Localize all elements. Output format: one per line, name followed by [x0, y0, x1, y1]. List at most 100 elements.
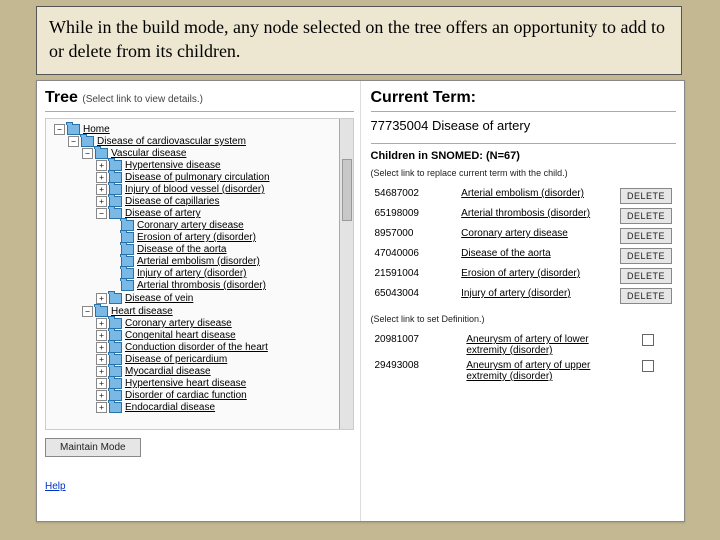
tree-node[interactable]: + Coronary artery disease	[96, 318, 349, 329]
definition-table: 20981007Aneurysm of artery of lower extr…	[371, 332, 677, 384]
node-label[interactable]: Hypertensive heart disease	[125, 378, 246, 389]
node-label[interactable]: Conduction disorder of the heart	[125, 342, 268, 353]
tree-node[interactable]: Erosion of artery (disorder)	[110, 232, 349, 243]
expander-icon[interactable]: −	[68, 136, 79, 147]
tree-node[interactable]: + Myocardial disease	[96, 366, 349, 377]
expander-icon[interactable]: +	[96, 160, 107, 171]
tree-node[interactable]: Arterial embolism (disorder)	[110, 256, 349, 267]
expander-icon[interactable]: +	[96, 172, 107, 183]
expander-icon[interactable]: +	[96, 293, 107, 304]
node-label[interactable]: Heart disease	[111, 306, 173, 317]
tree-node[interactable]: + Disease of capillaries	[96, 196, 349, 207]
child-name-link[interactable]: Arterial thrombosis (disorder)	[457, 206, 607, 226]
children-table: 54687002Arterial embolism (disorder)DELE…	[371, 186, 677, 306]
child-name-link[interactable]: Arterial embolism (disorder)	[457, 186, 607, 206]
divider	[45, 111, 354, 112]
expander-icon[interactable]: +	[96, 402, 107, 413]
definition-instruction: (Select link to set Definition.)	[371, 314, 677, 324]
tree-node[interactable]: − Disease of arteryCoronary artery diseas…	[96, 208, 349, 292]
node-label[interactable]: Congenital heart disease	[125, 330, 236, 341]
delete-button[interactable]: DELETE	[620, 268, 672, 284]
node-label[interactable]: Coronary artery disease	[137, 220, 244, 231]
expander-icon[interactable]: −	[82, 306, 93, 317]
delete-button[interactable]: DELETE	[620, 208, 672, 224]
expander-icon[interactable]: +	[96, 318, 107, 329]
expander-icon[interactable]: +	[96, 196, 107, 207]
delete-button[interactable]: DELETE	[620, 188, 672, 204]
node-label[interactable]: Disease of capillaries	[125, 196, 220, 207]
expander-icon[interactable]: +	[96, 378, 107, 389]
tree-node[interactable]: + Disease of pulmonary circulation	[96, 172, 349, 183]
tree-node[interactable]: + Hypertensive heart disease	[96, 378, 349, 389]
expander-icon[interactable]: −	[96, 208, 107, 219]
node-label[interactable]: Disease of pericardium	[125, 354, 227, 365]
node-label[interactable]: Injury of blood vessel (disorder)	[125, 184, 265, 195]
checkbox[interactable]	[642, 360, 654, 372]
folder-icon	[109, 293, 122, 304]
delete-button[interactable]: DELETE	[620, 248, 672, 264]
node-label[interactable]: Injury of artery (disorder)	[137, 268, 246, 279]
child-name-link[interactable]: Erosion of artery (disorder)	[457, 266, 607, 286]
tree-node[interactable]: Arterial thrombosis (disorder)	[110, 280, 349, 291]
tree-root[interactable]: − Home −Disease of cardiovascular system…	[54, 124, 349, 416]
node-label[interactable]: Hypertensive disease	[125, 160, 221, 171]
tree-panel: Tree (Select link to view details.) − Ho…	[37, 81, 361, 521]
tree-node[interactable]: Coronary artery disease	[110, 220, 349, 231]
current-term-heading: Current Term:	[371, 89, 677, 107]
node-label[interactable]: Disease of pulmonary circulation	[125, 172, 270, 183]
divider	[371, 111, 677, 112]
expander-icon	[110, 221, 119, 230]
tree-node[interactable]: Disease of the aorta	[110, 244, 349, 255]
tree-container: − Home −Disease of cardiovascular system…	[45, 118, 354, 430]
tree-node[interactable]: −Disease of cardiovascular system−Vascul…	[68, 136, 349, 415]
expander-icon[interactable]: +	[96, 390, 107, 401]
delete-button[interactable]: DELETE	[620, 228, 672, 244]
expander-icon[interactable]: +	[96, 330, 107, 341]
node-label[interactable]: Disease of the aorta	[137, 244, 227, 255]
node-label[interactable]: Disease of artery	[125, 208, 201, 219]
child-name-link[interactable]: Injury of artery (disorder)	[457, 286, 607, 306]
node-label[interactable]: Myocardial disease	[125, 366, 211, 377]
expander-icon[interactable]: +	[96, 354, 107, 365]
tree-node[interactable]: + Congenital heart disease	[96, 330, 349, 341]
candidate-row: 20981007Aneurysm of artery of lower extr…	[371, 332, 677, 358]
delete-button[interactable]: DELETE	[620, 288, 672, 304]
node-label[interactable]: Disorder of cardiac function	[125, 390, 247, 401]
node-label[interactable]: Disease of vein	[125, 293, 193, 304]
tree-node[interactable]: − Heart disease + Coronary artery disease + C…	[82, 306, 349, 414]
candidate-name-link[interactable]: Aneurysm of artery of upper extremity (d…	[462, 358, 620, 384]
candidate-code: 20981007	[371, 332, 463, 358]
tree-node[interactable]: + Injury of blood vessel (disorder)	[96, 184, 349, 195]
help-link[interactable]: Help	[45, 481, 354, 492]
child-name-link[interactable]: Disease of the aorta	[457, 246, 607, 266]
node-label[interactable]: Arterial thrombosis (disorder)	[137, 280, 266, 291]
expander-icon[interactable]: +	[96, 184, 107, 195]
caption-box: While in the build mode, any node select…	[36, 6, 682, 75]
node-label[interactable]: Arterial embolism (disorder)	[137, 256, 260, 267]
node-label[interactable]: Coronary artery disease	[125, 318, 232, 329]
node-label[interactable]: Erosion of artery (disorder)	[137, 232, 256, 243]
scrollbar-tree[interactable]	[339, 119, 354, 429]
node-label[interactable]: Vascular disease	[111, 148, 186, 159]
expander-icon[interactable]: +	[96, 366, 107, 377]
child-name-link[interactable]: Coronary artery disease	[457, 226, 607, 246]
tree-node[interactable]: + Disorder of cardiac function	[96, 390, 349, 401]
checkbox[interactable]	[642, 334, 654, 346]
child-code: 65198009	[371, 206, 458, 226]
scrollbar-thumb[interactable]	[342, 159, 352, 221]
tree-node[interactable]: + Disease of vein	[96, 293, 349, 304]
tree-node[interactable]: − Vascular disease + Hypertensive disease + D…	[82, 148, 349, 305]
tree-node[interactable]: + Disease of pericardium	[96, 354, 349, 365]
expander-icon	[110, 281, 119, 290]
tree-node[interactable]: + Endocardial disease	[96, 402, 349, 413]
candidate-name-link[interactable]: Aneurysm of artery of lower extremity (d…	[462, 332, 620, 358]
expander-icon[interactable]: −	[82, 148, 93, 159]
tree-node[interactable]: Injury of artery (disorder)	[110, 268, 349, 279]
node-label[interactable]: Endocardial disease	[125, 402, 215, 413]
expander-icon[interactable]: +	[96, 342, 107, 353]
expander-icon[interactable]: −	[54, 124, 65, 135]
tree-node[interactable]: + Conduction disorder of the heart	[96, 342, 349, 353]
tree-node[interactable]: + Hypertensive disease	[96, 160, 349, 171]
maintain-mode-button[interactable]: Maintain Mode	[45, 438, 141, 457]
node-label[interactable]: Disease of cardiovascular system	[97, 136, 246, 147]
